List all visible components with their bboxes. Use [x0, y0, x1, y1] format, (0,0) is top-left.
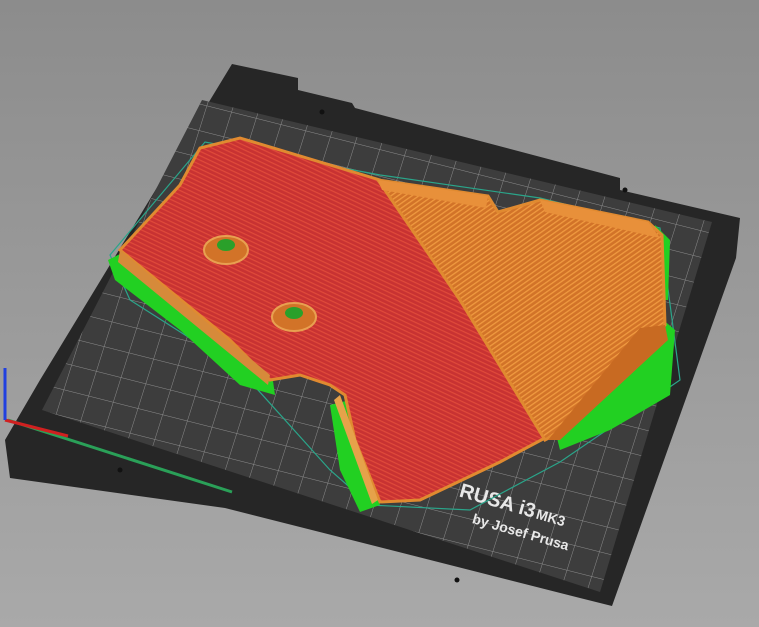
boss-hole-2	[271, 302, 317, 332]
3d-preview-canvas[interactable]: O RUSA i3 MK3 by Josef Prusa	[0, 0, 759, 627]
boss-hole-1	[203, 235, 249, 265]
